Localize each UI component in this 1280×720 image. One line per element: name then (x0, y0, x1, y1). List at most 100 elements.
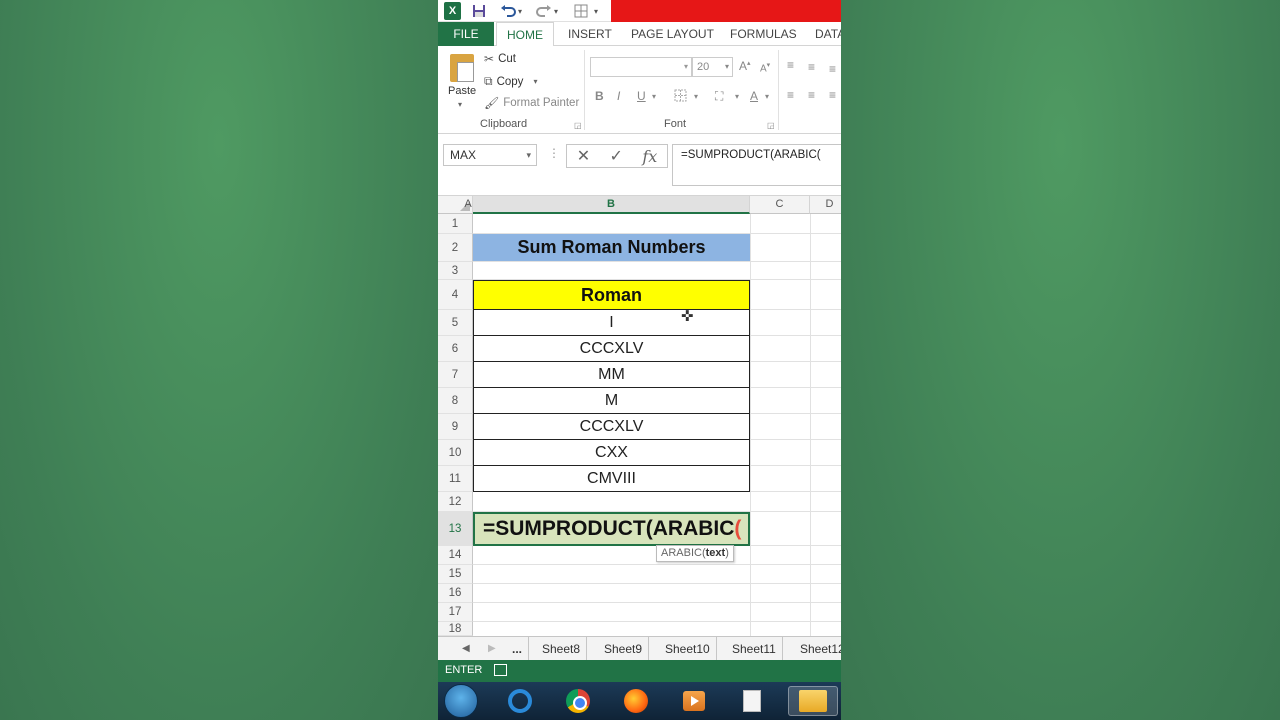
start-button-icon[interactable] (444, 684, 478, 718)
row-header-8[interactable]: 8 (438, 388, 473, 414)
roman-cell[interactable]: CCCXLV (473, 336, 750, 362)
roman-cell[interactable]: CXX (473, 440, 750, 466)
roman-cell[interactable]: I (473, 310, 750, 336)
underline-button[interactable]: U (637, 89, 646, 103)
name-box-value: MAX (450, 148, 477, 162)
format-painter-button[interactable]: 🖌 Format Painter (484, 96, 579, 110)
sheet-tab[interactable]: Sheet8 (536, 637, 588, 661)
tab-data[interactable]: DATA (815, 22, 841, 46)
formula-input[interactable]: =SUMPRODUCT(ARABIC( (672, 144, 841, 186)
row-header-6[interactable]: 6 (438, 336, 473, 362)
paste-dropdown-icon[interactable]: ▾ (458, 100, 462, 109)
font-size-select[interactable]: 20 ▾ (692, 57, 733, 77)
font-launcher-icon[interactable]: ◲ (767, 121, 775, 130)
internet-explorer-button[interactable] (502, 686, 538, 716)
row-header-14[interactable]: 14 (438, 546, 473, 565)
macro-record-icon[interactable] (494, 664, 507, 676)
font-name-dropdown-icon: ▾ (683, 62, 688, 71)
font-color-dropdown-icon[interactable]: ▾ (765, 92, 769, 101)
roman-cell[interactable]: CCCXLV (473, 414, 750, 440)
undo-dropdown-icon[interactable]: ▾ (518, 2, 522, 20)
sheet-tabs-ellipsis[interactable]: ... (506, 637, 530, 661)
row-header-17[interactable]: 17 (438, 603, 473, 622)
tab-formulas[interactable]: FORMULAS (730, 22, 797, 46)
scroll-right-icon[interactable]: ▶ (488, 637, 496, 661)
enter-check-icon[interactable]: ✓ (610, 146, 623, 166)
tab-page-layout[interactable]: PAGE LAYOUT (631, 22, 714, 46)
column-header-c[interactable]: C (750, 196, 810, 214)
row-header-3[interactable]: 3 (438, 262, 473, 280)
cut-button[interactable]: ✂ Cut (484, 52, 516, 66)
scroll-left-icon[interactable]: ◀ (462, 637, 470, 661)
row-header-16[interactable]: 16 (438, 584, 473, 603)
roman-cell[interactable]: M (473, 388, 750, 414)
italic-button[interactable]: I (617, 89, 620, 103)
formula-bar-grip-icon: ⋮ (548, 146, 560, 160)
row-header-13[interactable]: 13 (438, 512, 473, 546)
tab-home[interactable]: HOME (496, 22, 554, 47)
tab-insert[interactable]: INSERT (568, 22, 612, 46)
function-tooltip[interactable]: ARABIC(text) (656, 545, 734, 562)
fill-color-dropdown-icon[interactable]: ▾ (735, 92, 739, 101)
qat-customize-icon[interactable]: ▾ (594, 2, 598, 20)
worksheet-grid[interactable]: A B C D 1 2 3 4 5 6 7 8 9 10 11 12 13 14… (438, 196, 841, 636)
save-icon[interactable] (472, 2, 486, 20)
row-header-9[interactable]: 9 (438, 414, 473, 440)
name-box[interactable]: MAX ▾ (443, 144, 537, 166)
borders-icon[interactable] (574, 2, 588, 20)
roman-header-cell[interactable]: Roman (473, 280, 750, 310)
column-header-a[interactable]: A (463, 196, 473, 214)
row-header-11[interactable]: 11 (438, 466, 473, 492)
name-box-dropdown-icon[interactable]: ▾ (526, 145, 531, 165)
column-header-b[interactable]: B (473, 196, 750, 214)
tab-file[interactable]: FILE (438, 22, 494, 46)
align-bottom-icon[interactable]: ≡ (829, 62, 836, 76)
media-player-button[interactable] (676, 686, 712, 716)
row-header-1[interactable]: 1 (438, 214, 473, 234)
shrink-font-button[interactable]: A▾ (760, 61, 770, 74)
align-right-icon[interactable]: ≡ (829, 88, 836, 102)
redo-icon[interactable] (536, 2, 552, 20)
roman-cell[interactable]: CMVIII (473, 466, 750, 492)
sheet-tab[interactable]: Sheet9 (598, 637, 650, 661)
font-color-button[interactable]: A (750, 89, 758, 103)
align-center-icon[interactable]: ≡ (808, 88, 815, 102)
copy-button[interactable]: ⧉ Copy ▾ (484, 74, 537, 89)
chrome-icon (566, 689, 590, 713)
row-header-7[interactable]: 7 (438, 362, 473, 388)
align-top-icon[interactable]: ≡ (787, 58, 794, 72)
roman-cell[interactable]: MM (473, 362, 750, 388)
align-middle-icon[interactable]: ≡ (808, 60, 815, 74)
underline-dropdown-icon[interactable]: ▾ (652, 92, 656, 101)
row-header-12[interactable]: 12 (438, 492, 473, 512)
copy-dropdown-icon[interactable]: ▾ (533, 77, 537, 86)
row-header-18[interactable]: 18 (438, 622, 473, 636)
chrome-button[interactable] (560, 686, 596, 716)
border-button[interactable] (674, 89, 687, 105)
row-header-5[interactable]: 5 (438, 310, 473, 336)
column-header-d[interactable]: D (810, 196, 841, 214)
row-header-4[interactable]: 4 (438, 280, 473, 310)
firefox-button[interactable] (618, 686, 654, 716)
sheet-tab[interactable]: Sheet10 (659, 637, 717, 661)
undo-icon[interactable] (500, 2, 516, 20)
row-header-2[interactable]: 2 (438, 234, 473, 262)
insert-function-icon[interactable]: fx (642, 147, 657, 166)
grow-font-button[interactable]: A▴ (739, 59, 751, 73)
sheet-tab[interactable]: Sheet11 (726, 637, 783, 661)
title-cell[interactable]: Sum Roman Numbers (473, 234, 750, 261)
clipboard-launcher-icon[interactable]: ◲ (574, 121, 582, 130)
row-header-10[interactable]: 10 (438, 440, 473, 466)
font-name-select[interactable]: ▾ (590, 57, 692, 77)
active-editing-cell[interactable]: =SUMPRODUCT(ARABIC( (473, 512, 750, 546)
bold-button[interactable]: B (595, 89, 604, 103)
border-dropdown-icon[interactable]: ▾ (694, 92, 698, 101)
cancel-icon[interactable]: ✕ (577, 146, 590, 166)
align-left-icon[interactable]: ≡ (787, 88, 794, 102)
sheet-tab[interactable]: Sheet12 (794, 637, 841, 661)
redo-dropdown-icon[interactable]: ▾ (554, 2, 558, 20)
document-button[interactable] (734, 686, 770, 716)
file-explorer-button[interactable] (788, 686, 838, 716)
row-header-15[interactable]: 15 (438, 565, 473, 584)
fill-color-button[interactable]: ⛶ (715, 89, 723, 104)
